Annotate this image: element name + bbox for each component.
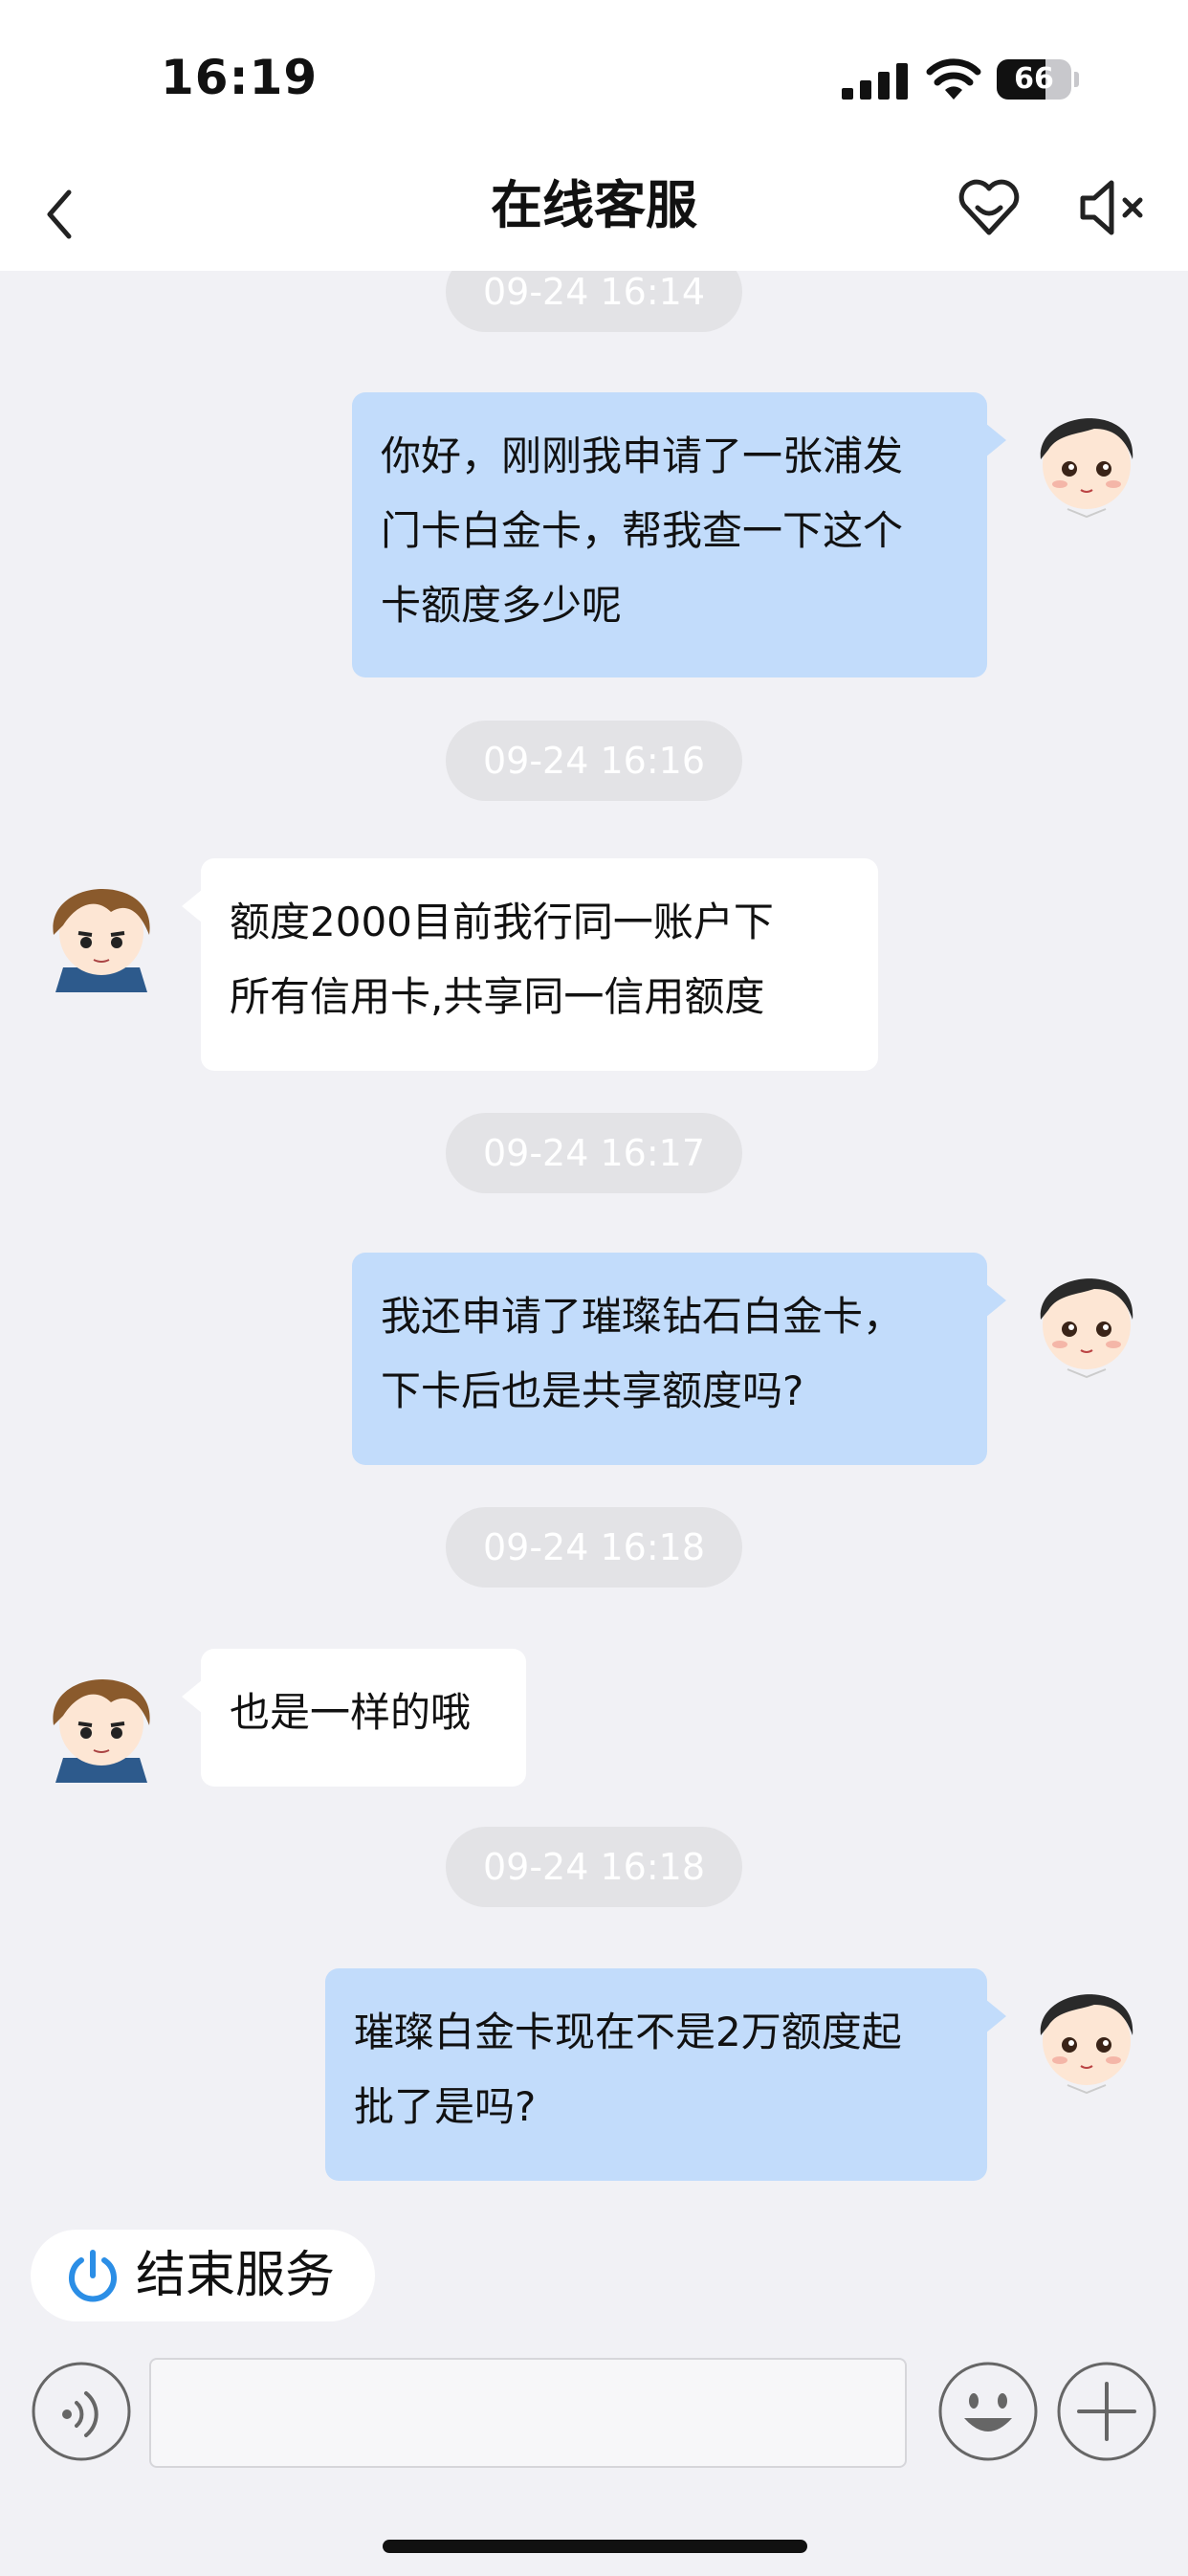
voice-icon[interactable] xyxy=(31,2361,132,2462)
user-message[interactable]: 我还申请了璀璨钻石白金卡， 下卡后也是共享额度吗? xyxy=(352,1253,1006,1465)
user-message[interactable]: 你好，刚刚我申请了一张浦发 门卡白金卡，帮我查一下这个 卡额度多少呢 xyxy=(352,392,1006,677)
emoji-icon[interactable] xyxy=(937,2361,1039,2462)
user-avatar xyxy=(1040,418,1133,519)
mute-icon[interactable] xyxy=(1077,173,1150,242)
timestamp: 09-24 16:18 xyxy=(446,1507,742,1588)
power-icon xyxy=(69,2250,117,2302)
timestamp: 09-24 16:18 xyxy=(446,1827,742,1907)
chat-screen: 16:19 66 在线客服 09-24 16:14 你好，刚刚我申请了一张浦发 … xyxy=(0,0,1188,2576)
plus-icon[interactable] xyxy=(1056,2361,1157,2462)
agent-message[interactable]: 也是一样的哦 xyxy=(182,1649,526,1787)
home-indicator[interactable] xyxy=(383,2540,807,2553)
user-message[interactable]: 璀璨白金卡现在不是2万额度起 批了是吗? xyxy=(325,1968,1006,2181)
signal-icon xyxy=(842,63,908,100)
battery-icon: 66 xyxy=(997,59,1079,100)
timestamp: 09-24 16:16 xyxy=(446,721,742,801)
agent-avatar xyxy=(53,888,150,992)
user-avatar xyxy=(1040,1994,1133,2095)
timestamp: 09-24 16:14 xyxy=(446,271,742,332)
status-time: 16:19 xyxy=(161,50,319,105)
end-service-label: 结束服务 xyxy=(136,2247,336,2304)
user-avatar xyxy=(1040,1278,1133,1379)
message-list: 09-24 16:14 你好，刚刚我申请了一张浦发 门卡白金卡，帮我查一下这个 … xyxy=(0,271,1188,2213)
battery-level: 66 xyxy=(1014,62,1054,96)
agent-avatar xyxy=(53,1678,150,1783)
end-service-button[interactable]: 结束服务 xyxy=(31,2230,375,2321)
status-bar: 16:19 66 xyxy=(0,0,1188,158)
timestamp: 09-24 16:17 xyxy=(446,1113,742,1193)
wifi-icon xyxy=(926,58,981,100)
message-input[interactable] xyxy=(149,2358,907,2468)
heart-icon[interactable] xyxy=(957,175,1022,240)
agent-message[interactable]: 额度2000目前我行同一账户下 所有信用卡,共享同一信用额度 xyxy=(182,858,878,1071)
nav-bar: 在线客服 xyxy=(0,158,1188,271)
